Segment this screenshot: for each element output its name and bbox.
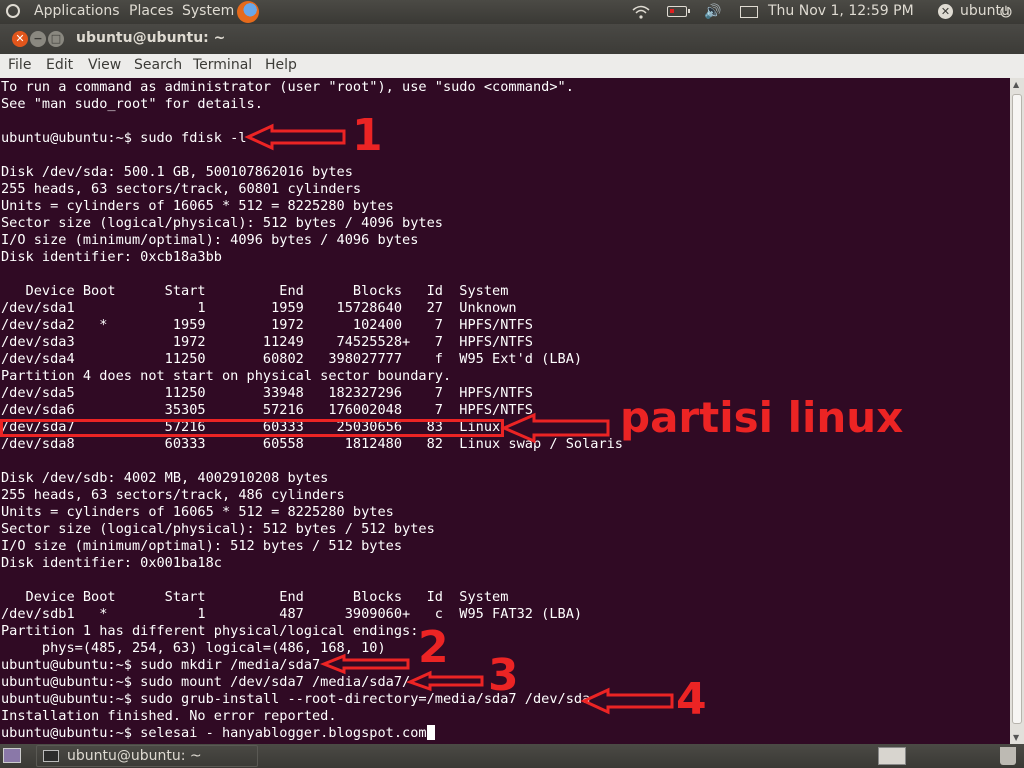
firefox-icon[interactable] <box>237 1 259 23</box>
highlight-sda7-box <box>0 419 504 437</box>
terminal-line: ubuntu@ubuntu:~$ sudo mount /dev/sda7 /m… <box>1 674 411 690</box>
terminal-line: Device Boot Start End Blocks Id System <box>1 283 509 299</box>
scroll-down-icon[interactable]: ▼ <box>1013 733 1019 742</box>
terminal-line: See "man sudo_root" for details. <box>1 96 263 112</box>
annotation-step-2: 2 <box>418 622 449 673</box>
window-title: ubuntu@ubuntu: ~ <box>76 30 226 46</box>
terminal-line: Sector size (logical/physical): 512 byte… <box>1 215 443 231</box>
terminal-line: Installation finished. No error reported… <box>1 708 337 724</box>
terminal-icon <box>43 750 59 762</box>
scroll-up-icon[interactable]: ▲ <box>1013 80 1019 89</box>
menu-view[interactable]: View <box>88 57 121 73</box>
show-desktop-icon[interactable] <box>3 748 21 763</box>
terminal-line: /dev/sda1 1 1959 15728640 27 Unknown <box>1 300 517 316</box>
battery-icon[interactable] <box>667 6 690 17</box>
terminal-line: Device Boot Start End Blocks Id System <box>1 589 509 605</box>
power-icon[interactable]: ⏻ <box>1000 3 1012 21</box>
terminal-line: Disk /dev/sdb: 4002 MB, 4002910208 bytes <box>1 470 329 486</box>
terminal-line: /dev/sda4 11250 60802 398027777 f W95 Ex… <box>1 351 583 367</box>
window-titlebar[interactable]: ✕ − □ ubuntu@ubuntu: ~ <box>0 24 1024 54</box>
terminal-line: Sector size (logical/physical): 512 byte… <box>1 521 435 537</box>
terminal-line: 255 heads, 63 sectors/track, 60801 cylin… <box>1 181 362 197</box>
terminal-line: /dev/sda5 11250 33948 182327296 7 HPFS/N… <box>1 385 533 401</box>
terminal-line: Disk identifier: 0x001ba18c <box>1 555 222 571</box>
terminal-line: ubuntu@ubuntu:~$ sudo mkdir /media/sda7 <box>1 657 321 673</box>
terminal-line: Disk /dev/sda: 500.1 GB, 500107862016 by… <box>1 164 353 180</box>
terminal-line: Units = cylinders of 16065 * 512 = 82252… <box>1 198 394 214</box>
terminal-output: To run a command as administrator (user … <box>1 79 623 742</box>
scroll-thumb[interactable] <box>1012 94 1022 724</box>
volume-icon[interactable]: 🔊 <box>704 4 721 20</box>
annotation-step-1: 1 <box>352 110 383 161</box>
trash-icon[interactable] <box>1000 747 1016 765</box>
terminal-line: phys=(485, 254, 63) logical=(486, 168, 1… <box>1 640 386 656</box>
mail-icon[interactable] <box>740 6 758 18</box>
maximize-button[interactable]: □ <box>48 31 64 47</box>
annotation-step-4: 4 <box>676 674 707 725</box>
workspace-switcher-icon[interactable] <box>878 747 906 765</box>
terminal-cursor <box>426 725 435 740</box>
minimize-button[interactable]: − <box>30 31 46 47</box>
menu-file[interactable]: File <box>8 57 31 73</box>
terminal-line: To run a command as administrator (user … <box>1 79 574 95</box>
menu-search[interactable]: Search <box>134 57 182 73</box>
terminal-line: I/O size (minimum/optimal): 4096 bytes /… <box>1 232 419 248</box>
terminal-line: ubuntu@ubuntu:~$ selesai - hanyablogger.… <box>1 725 623 742</box>
menu-terminal[interactable]: Terminal <box>193 57 252 73</box>
bottom-panel: ubuntu@ubuntu: ~ <box>0 744 1024 768</box>
terminal-line: 255 heads, 63 sectors/track, 486 cylinde… <box>1 487 345 503</box>
wifi-icon[interactable] <box>632 5 650 19</box>
ubuntu-logo-icon[interactable] <box>6 4 20 18</box>
close-button[interactable]: ✕ <box>12 31 28 47</box>
terminal-line: /dev/sdb1 * 1 487 3909060+ c W95 FAT32 (… <box>1 606 583 622</box>
user-icon[interactable]: ✕ <box>938 4 953 19</box>
terminal-line: /dev/sda8 60333 60558 1812480 82 Linux s… <box>1 436 623 452</box>
annotation-partisi-linux: partisi linux <box>620 393 904 442</box>
clock[interactable]: Thu Nov 1, 12:59 PM <box>768 3 914 19</box>
terminal-line: I/O size (minimum/optimal): 512 bytes / … <box>1 538 403 554</box>
terminal-line: Partition 4 does not start on physical s… <box>1 368 452 384</box>
annotation-step-3: 3 <box>488 650 519 701</box>
menu-applications[interactable]: Applications <box>34 3 120 19</box>
terminal-line: /dev/sda2 * 1959 1972 102400 7 HPFS/NTFS <box>1 317 533 333</box>
taskbar-item-terminal[interactable]: ubuntu@ubuntu: ~ <box>36 745 258 767</box>
menu-bar: File Edit View Search Terminal Help <box>0 54 1024 78</box>
terminal-line: /dev/sda6 35305 57216 176002048 7 HPFS/N… <box>1 402 533 418</box>
terminal-line: ubuntu@ubuntu:~$ sudo fdisk -l <box>1 130 247 146</box>
menu-help[interactable]: Help <box>265 57 297 73</box>
taskbar-item-label: ubuntu@ubuntu: ~ <box>67 748 202 764</box>
top-panel: Applications Places System 🔊 Thu Nov 1, … <box>0 0 1024 24</box>
terminal-line: Units = cylinders of 16065 * 512 = 82252… <box>1 504 394 520</box>
menu-places[interactable]: Places <box>129 3 174 19</box>
terminal-line: Disk identifier: 0xcb18a3bb <box>1 249 222 265</box>
terminal-line: /dev/sda3 1972 11249 74525528+ 7 HPFS/NT… <box>1 334 533 350</box>
terminal-line: ubuntu@ubuntu:~$ sudo grub-install --roo… <box>1 691 591 707</box>
menu-edit[interactable]: Edit <box>46 57 73 73</box>
terminal-line: Partition 1 has different physical/logic… <box>1 623 419 639</box>
terminal-scrollbar[interactable]: ▲ ▼ <box>1010 78 1024 744</box>
menu-system[interactable]: System <box>182 3 234 19</box>
